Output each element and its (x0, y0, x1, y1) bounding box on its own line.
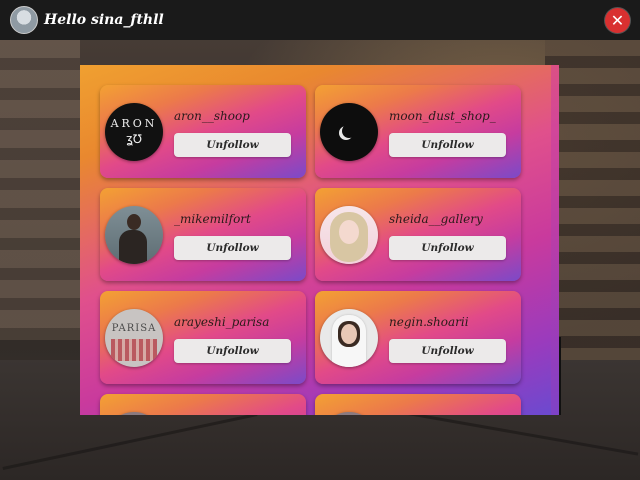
unfollow-button[interactable]: Unfollow (174, 236, 291, 260)
following-list-modal: ARON ʓ℧ aron__shoop Unfollow moon_dust_s… (80, 65, 559, 415)
account-username[interactable]: negin.shoarii (389, 315, 469, 329)
account-username[interactable]: _mikemilfort (174, 212, 251, 226)
close-button[interactable]: ✕ (605, 8, 630, 33)
person-face (341, 324, 357, 344)
greeting-text: Hello sina_fthll (44, 12, 164, 28)
unfollow-button[interactable]: Unfollow (174, 133, 291, 157)
account-card: PARISA arayeshi_parisa Unfollow (100, 291, 306, 384)
unfollow-button[interactable]: Unfollow (389, 133, 506, 157)
account-card: sheida__gallery Unfollow (315, 188, 521, 281)
account-avatar[interactable] (320, 103, 378, 161)
account-card (100, 394, 306, 415)
account-card: moon_dust_shop_ Unfollow (315, 85, 521, 178)
aron-logo-text: ARON (110, 117, 158, 130)
top-bar: Hello sina_fthll ✕ (0, 0, 640, 40)
close-icon: ✕ (610, 11, 625, 30)
account-avatar[interactable]: PARISA (105, 309, 163, 367)
account-card: _mikemilfort Unfollow (100, 188, 306, 281)
unfollow-button[interactable]: Unfollow (389, 339, 506, 363)
account-username[interactable]: aron__shoop (174, 109, 250, 123)
account-avatar[interactable] (105, 412, 163, 415)
account-username[interactable]: arayeshi_parisa (174, 315, 269, 329)
aron-logo-mark: ʓ℧ (125, 132, 143, 146)
account-avatar[interactable] (320, 206, 378, 264)
parisa-logo-text: PARISA (111, 323, 157, 334)
moon-icon (342, 124, 356, 138)
account-grid: ARON ʓ℧ aron__shoop Unfollow moon_dust_s… (100, 85, 521, 415)
account-username[interactable]: sheida__gallery (389, 212, 483, 226)
account-card: negin.shoarii Unfollow (315, 291, 521, 384)
account-avatar[interactable] (320, 309, 378, 367)
account-card (315, 394, 521, 415)
background-building-left (0, 40, 80, 340)
unfollow-button[interactable]: Unfollow (389, 236, 506, 260)
account-username[interactable]: moon_dust_shop_ (389, 109, 496, 123)
person-face (339, 220, 359, 244)
parisa-logo-graphic (111, 339, 157, 361)
background-building-right (545, 40, 640, 360)
unfollow-button[interactable]: Unfollow (174, 339, 291, 363)
account-avatar[interactable]: ARON ʓ℧ (105, 103, 163, 161)
account-avatar[interactable] (320, 412, 378, 415)
user-avatar[interactable] (10, 6, 38, 34)
account-card: ARON ʓ℧ aron__shoop Unfollow (100, 85, 306, 178)
person-body (119, 230, 147, 264)
person-head (127, 214, 141, 230)
account-avatar[interactable] (105, 206, 163, 264)
